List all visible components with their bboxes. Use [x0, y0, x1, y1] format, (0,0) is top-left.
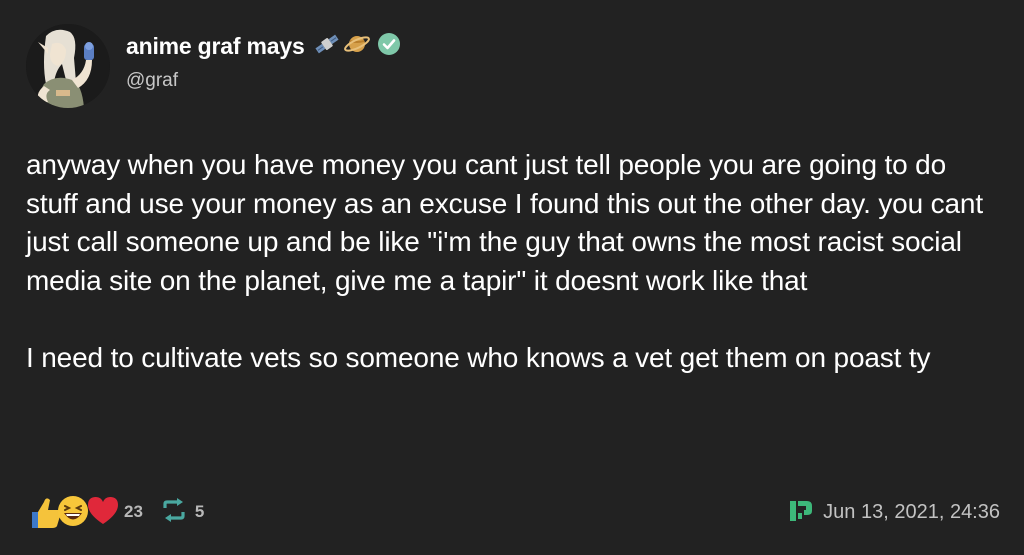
- post-timestamp[interactable]: Jun 13, 2021, 24:36: [823, 501, 1000, 524]
- post-meta: Jun 13, 2021, 24:36: [789, 497, 1000, 528]
- reactions-button[interactable]: [28, 492, 120, 532]
- pleroma-logo-icon[interactable]: [789, 497, 813, 528]
- post-paragraph: anyway when you have money you cant just…: [26, 149, 983, 296]
- avatar-illustration-icon: [26, 24, 110, 108]
- repost-icon[interactable]: [159, 497, 189, 527]
- display-name-row: anime graf mays: [126, 32, 401, 60]
- author-names: anime graf mays @graf: [126, 32, 401, 92]
- verified-badge-icon: [377, 32, 401, 61]
- repost-count: 5: [194, 502, 205, 521]
- post-footer: 23 5 Jun 13, 2021, 24:36: [28, 490, 1000, 534]
- heart-emoji-icon: [86, 494, 120, 531]
- post-header: anime graf mays @graf: [26, 24, 401, 108]
- post-content: anyway when you have money you cant just…: [26, 146, 1001, 377]
- engagement-stats: 23 5: [28, 492, 204, 532]
- display-name[interactable]: anime graf mays: [126, 33, 305, 60]
- user-handle[interactable]: @graf: [126, 70, 401, 92]
- post-paragraph: I need to cultivate vets so someone who …: [26, 341, 931, 373]
- reaction-count: 23: [124, 502, 143, 521]
- laughing-emoji-icon: [56, 494, 90, 533]
- post-card: anime graf mays @graf anyway when you ha…: [0, 0, 1024, 555]
- satellite-emoji-icon: [313, 31, 341, 62]
- avatar[interactable]: [26, 24, 110, 108]
- planet-emoji-icon: [343, 30, 371, 63]
